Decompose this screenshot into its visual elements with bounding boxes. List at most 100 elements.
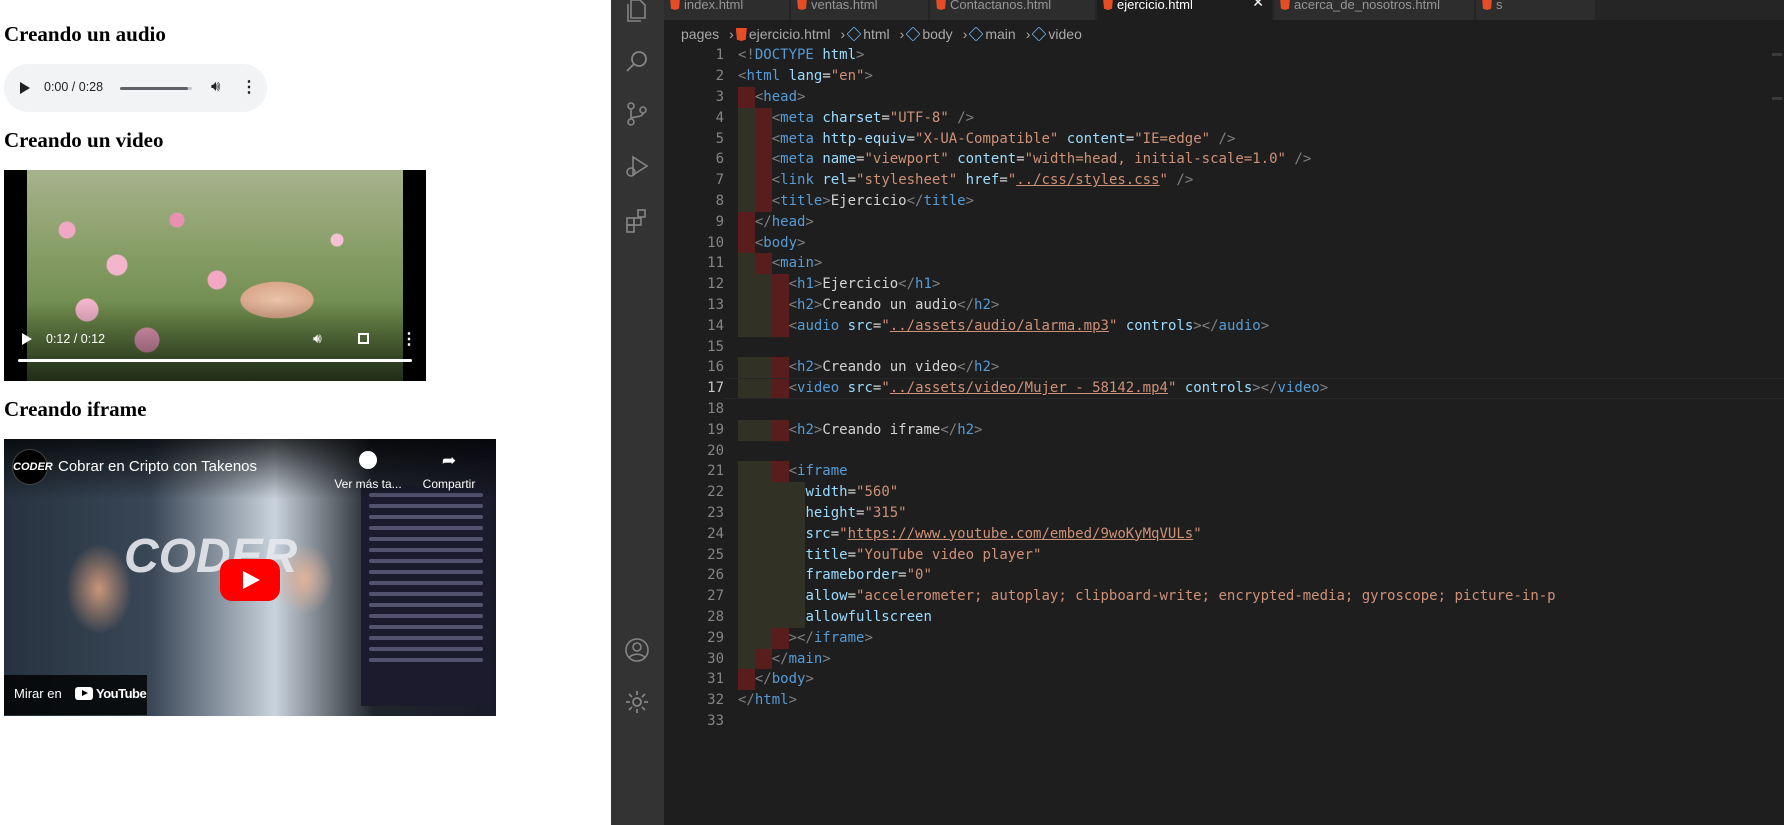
tab-contactanos-html[interactable]: Contactanos.html bbox=[930, 0, 1096, 20]
code-line[interactable]: <video src="../assets/video/Mujer - 5814… bbox=[738, 378, 1329, 399]
share-icon: ➦ bbox=[441, 451, 457, 470]
code-token: = bbox=[1125, 130, 1135, 147]
breadcrumb-item-video[interactable]: video bbox=[1031, 26, 1083, 42]
code-token: = bbox=[847, 484, 857, 501]
code-line[interactable]: title="YouTube video player" bbox=[738, 545, 1041, 566]
share-button[interactable]: ➦ Compartir bbox=[416, 451, 482, 491]
code-line[interactable]: </main> bbox=[738, 649, 831, 670]
code-line[interactable]: frameborder="0" bbox=[738, 565, 931, 586]
tab-acerca-de-nosotros-html[interactable]: acerca_de_nosotros.html bbox=[1274, 0, 1475, 20]
code-token: h1 bbox=[915, 276, 932, 293]
code-line[interactable]: allowfullscreen bbox=[738, 607, 931, 628]
code-line[interactable]: <iframe bbox=[738, 461, 848, 482]
code-line[interactable]: <link rel="stylesheet" href="../css/styl… bbox=[738, 170, 1194, 191]
channel-avatar[interactable]: CODER bbox=[12, 449, 53, 485]
code-line[interactable]: <meta http-equiv="X-UA-Compatible" conte… bbox=[738, 129, 1236, 150]
close-tab-icon[interactable]: ✕ bbox=[1252, 0, 1264, 9]
code-token: h2 bbox=[974, 359, 991, 376]
code-line[interactable]: width="560" bbox=[738, 482, 898, 503]
account-icon[interactable] bbox=[623, 636, 651, 664]
line-number: 33 bbox=[707, 713, 724, 729]
code-token: body bbox=[771, 671, 806, 688]
code-token: iframe bbox=[813, 629, 865, 646]
code-token: "en" bbox=[830, 68, 865, 85]
tab-ventas-html[interactable]: ventas.html bbox=[791, 0, 929, 20]
editor-scrollbar[interactable] bbox=[1770, 45, 1784, 825]
breadcrumb-item-html[interactable]: html bbox=[846, 26, 891, 42]
code-line[interactable]: src="https://www.youtube.com/embed/9woKy… bbox=[738, 524, 1201, 545]
fullscreen-icon[interactable] bbox=[358, 333, 369, 344]
code-line[interactable]: <h1>Ejercicio</h1> bbox=[738, 274, 941, 295]
explorer-icon[interactable] bbox=[623, 0, 651, 24]
breadcrumb-item-body[interactable]: body bbox=[905, 26, 954, 42]
extensions-icon[interactable] bbox=[623, 206, 651, 234]
code-line[interactable]: <audio src="../assets/audio/alarma.mp3" … bbox=[738, 316, 1270, 337]
chevron-right-icon: › bbox=[899, 26, 905, 42]
code-line[interactable]: </html> bbox=[738, 690, 797, 711]
code-token: </ bbox=[957, 359, 975, 376]
volume-icon[interactable]: 🔊︎ bbox=[313, 330, 322, 347]
tab-index-html[interactable]: index.html bbox=[664, 0, 790, 20]
html5-file-icon bbox=[1280, 0, 1290, 10]
volume-icon[interactable]: 🔊︎ bbox=[211, 78, 220, 95]
youtube-embed[interactable]: CODER CODER Cobrar en Cripto con Takenos… bbox=[4, 439, 496, 716]
code-line[interactable]: <body> bbox=[738, 233, 806, 254]
audio-seek-bar[interactable] bbox=[120, 87, 192, 90]
code-token: controls bbox=[1184, 380, 1253, 397]
code-line[interactable]: <h2>Creando un audio</h2> bbox=[738, 295, 1000, 316]
search-icon[interactable] bbox=[623, 48, 651, 76]
run-debug-icon[interactable] bbox=[623, 152, 651, 180]
video-player[interactable]: 0:12 / 0:12 🔊︎ ⋮ bbox=[4, 170, 426, 381]
more-options-icon[interactable]: ⋮ bbox=[241, 77, 257, 97]
code-line[interactable]: </body> bbox=[738, 669, 814, 690]
code-line[interactable]: <meta name="viewport" content="width=hea… bbox=[738, 149, 1312, 170]
watch-on-youtube-button[interactable]: Mirar en YouTube bbox=[4, 675, 147, 715]
code-token: > bbox=[797, 89, 806, 105]
youtube-play-button[interactable] bbox=[220, 559, 280, 601]
line-number: 7 bbox=[715, 172, 724, 189]
source-control-icon[interactable] bbox=[623, 100, 651, 128]
code-token: = bbox=[847, 172, 857, 189]
settings-gear-icon[interactable] bbox=[623, 688, 651, 716]
code-line[interactable]: </head> bbox=[738, 212, 814, 233]
code-line[interactable]: <h2>Creando un video</h2> bbox=[738, 357, 1000, 378]
watch-later-button[interactable]: Ver más ta... bbox=[332, 451, 404, 491]
code-token: "YouTube video player" bbox=[856, 546, 1042, 563]
code-line[interactable]: <meta charset="UTF-8" /> bbox=[738, 108, 974, 129]
play-icon bbox=[243, 571, 260, 589]
code-line[interactable]: <!DOCTYPE html> bbox=[738, 45, 864, 66]
breadcrumb-item-main[interactable]: main bbox=[968, 26, 1017, 42]
breadcrumb-item-ejercicio-html[interactable]: ejercicio.html bbox=[735, 26, 833, 42]
code-token: "width=head, initial-scale=1.0" bbox=[1024, 151, 1286, 168]
code-area[interactable]: 1 2 3 4 5 6 7 8 9 10 11 12 13 14 15 16 17 18 19 20 21 22 23 24 2… bbox=[664, 45, 1784, 825]
tab-ejercicio-html[interactable]: ejercicio.html ✕ bbox=[1097, 0, 1273, 20]
play-icon[interactable] bbox=[22, 333, 32, 345]
code-token: < bbox=[788, 317, 798, 334]
breadcrumb: pages › ejercicio.html › html › body › main › vide… bbox=[664, 22, 1784, 46]
more-options-icon[interactable]: ⋮ bbox=[401, 329, 417, 349]
play-icon[interactable] bbox=[20, 82, 30, 94]
code-line[interactable]: height="315" bbox=[738, 503, 906, 524]
code-line[interactable]: ></iframe> bbox=[738, 628, 873, 649]
code-line[interactable]: <h2>Creando iframe</h2> bbox=[738, 420, 983, 441]
line-number: 12 bbox=[707, 276, 724, 293]
code-line[interactable]: allow="accelerometer; autoplay; clipboar… bbox=[738, 586, 1555, 607]
code-line[interactable]: <head> bbox=[738, 87, 806, 108]
code-line[interactable]: <html lang="en"> bbox=[738, 66, 873, 87]
code-line[interactable]: <title>Ejercicio</title> bbox=[738, 191, 974, 212]
video-seek-bar[interactable] bbox=[18, 359, 412, 362]
code-line[interactable]: <main> bbox=[738, 253, 823, 274]
audio-player[interactable]: 0:00 / 0:28 🔊︎ ⋮ bbox=[4, 64, 267, 112]
embed-video-title[interactable]: Cobrar en Cripto con Takenos bbox=[58, 458, 257, 475]
breadcrumb-item-pages[interactable]: pages bbox=[681, 26, 721, 42]
code-token: meta bbox=[780, 151, 814, 168]
code-token: > bbox=[822, 193, 831, 209]
tab-s[interactable]: s bbox=[1476, 0, 1596, 20]
